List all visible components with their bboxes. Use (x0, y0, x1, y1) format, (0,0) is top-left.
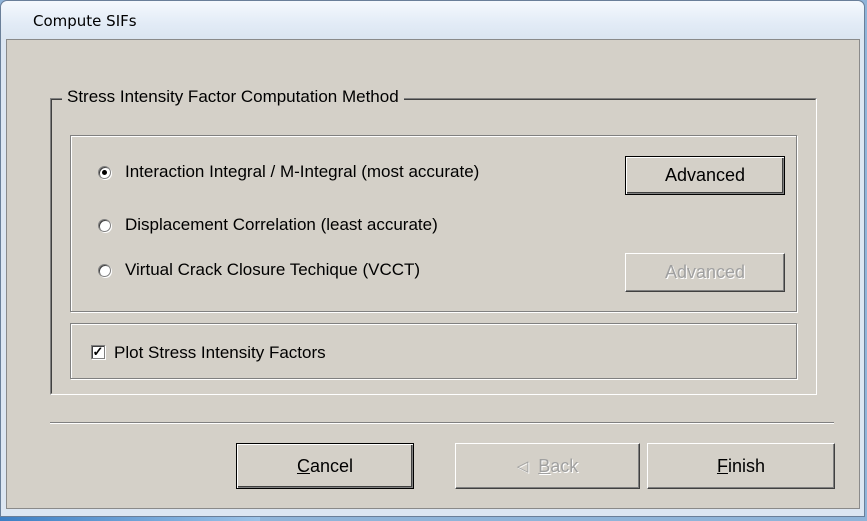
cancel-label-rest: ancel (309, 455, 354, 476)
plot-sifs-checkbox[interactable]: ✓ (91, 345, 105, 359)
button-separator (50, 422, 834, 424)
cancel-mnemonic: C (296, 455, 310, 476)
cancel-button[interactable]: Cancel (236, 443, 414, 489)
radio-displacement-correlation[interactable] (98, 219, 111, 232)
plot-sifs-label[interactable]: Plot Stress Intensity Factors (114, 343, 326, 363)
advanced-button[interactable]: Advanced (625, 156, 785, 195)
finish-button[interactable]: Finish (647, 443, 835, 489)
back-mnemonic: B (538, 455, 551, 476)
back-button[interactable]: ◁ Back (455, 443, 640, 489)
finish-mnemonic: F (716, 455, 728, 476)
back-label-rest: ack (550, 455, 579, 476)
back-arrow-icon: ◁ (516, 458, 529, 475)
advanced-vcct-button[interactable]: Advanced (625, 253, 785, 292)
dialog-window: Compute SIFs Stress Intensity Factor Com… (0, 0, 865, 517)
title-bar[interactable]: Compute SIFs (1, 1, 864, 39)
dialog-body: Stress Intensity Factor Computation Meth… (6, 39, 860, 509)
label-vcct[interactable]: Virtual Crack Closure Techique (VCCT) (125, 260, 420, 280)
radio-interaction-integral[interactable] (98, 166, 111, 179)
label-displacement-correlation[interactable]: Displacement Correlation (least accurate… (125, 215, 438, 235)
window-title: Compute SIFs (33, 12, 137, 30)
label-interaction-integral[interactable]: Interaction Integral / M-Integral (most … (125, 162, 479, 182)
finish-label-rest: inish (727, 455, 766, 476)
radio-vcct[interactable] (98, 264, 111, 277)
method-group-caption: Stress Intensity Factor Computation Meth… (62, 87, 404, 107)
